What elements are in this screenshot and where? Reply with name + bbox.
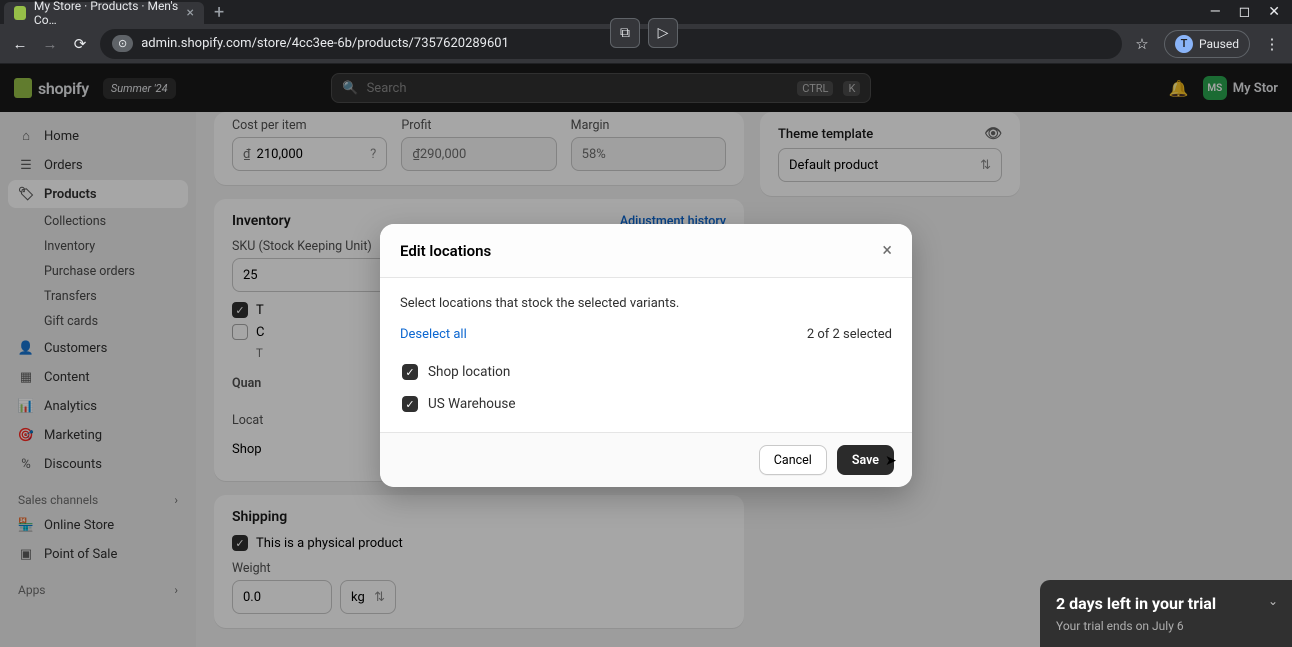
window-controls: — ◻ ✕ [1210,4,1288,20]
modal-overlay[interactable]: Edit locations × Select locations that s… [0,64,1292,647]
location-name: Shop location [428,364,510,380]
modal-description: Select locations that stock the selected… [400,296,892,311]
profile-paused-badge[interactable]: T Paused [1164,30,1250,58]
profile-avatar-icon: T [1175,35,1193,53]
deselect-all-link[interactable]: Deselect all [400,327,467,342]
window-maximize-icon[interactable]: ◻ [1239,4,1251,20]
chevron-down-icon[interactable]: ⌄ [1268,594,1278,608]
trial-subtext: Your trial ends on July 6 [1056,619,1184,633]
close-icon[interactable]: × [882,240,892,261]
back-icon[interactable]: ← [10,35,30,53]
browser-tab[interactable]: My Store · Products · Men's Co… × [4,2,204,24]
trial-headline: 2 days left in your trial [1056,594,1276,613]
cancel-button[interactable]: Cancel [759,445,827,475]
location-row[interactable]: ✓ Shop location [400,356,892,388]
reload-icon[interactable]: ⟳ [70,35,90,53]
location-row[interactable]: ✓ US Warehouse [400,388,892,420]
forward-icon[interactable]: → [40,35,60,53]
location-checkbox[interactable]: ✓ [402,396,418,412]
browser-menu-icon[interactable]: ⋮ [1262,35,1282,53]
paused-label: Paused [1199,37,1239,51]
site-info-icon[interactable]: ⊙ [112,35,133,52]
modal-title: Edit locations [400,242,491,260]
window-minimize-icon[interactable]: — [1210,4,1221,20]
edit-locations-modal: Edit locations × Select locations that s… [380,224,912,487]
trial-banner[interactable]: 2 days left in your trial Your trial end… [1040,580,1292,647]
tab-favicon [14,6,26,20]
screen-tools: ⧉ ▷ [610,18,678,48]
selection-count: 2 of 2 selected [807,327,892,342]
pip-icon[interactable]: ⧉ [610,18,640,48]
new-tab-button[interactable]: + [204,2,234,23]
tab-title: My Store · Products · Men's Co… [34,0,179,27]
location-name: US Warehouse [428,396,516,412]
window-close-icon[interactable]: ✕ [1268,4,1280,20]
url-text: admin.shopify.com/store/4cc3ee-6b/produc… [141,36,509,51]
app-root: shopify Summer '24 🔍 Search CTRL K 🔔 MS … [0,64,1292,647]
save-button[interactable]: Save [837,445,894,475]
location-checkbox[interactable]: ✓ [402,364,418,380]
tab-close-icon[interactable]: × [187,5,194,21]
cast-icon[interactable]: ▷ [648,18,678,48]
bookmark-icon[interactable]: ☆ [1132,35,1152,53]
